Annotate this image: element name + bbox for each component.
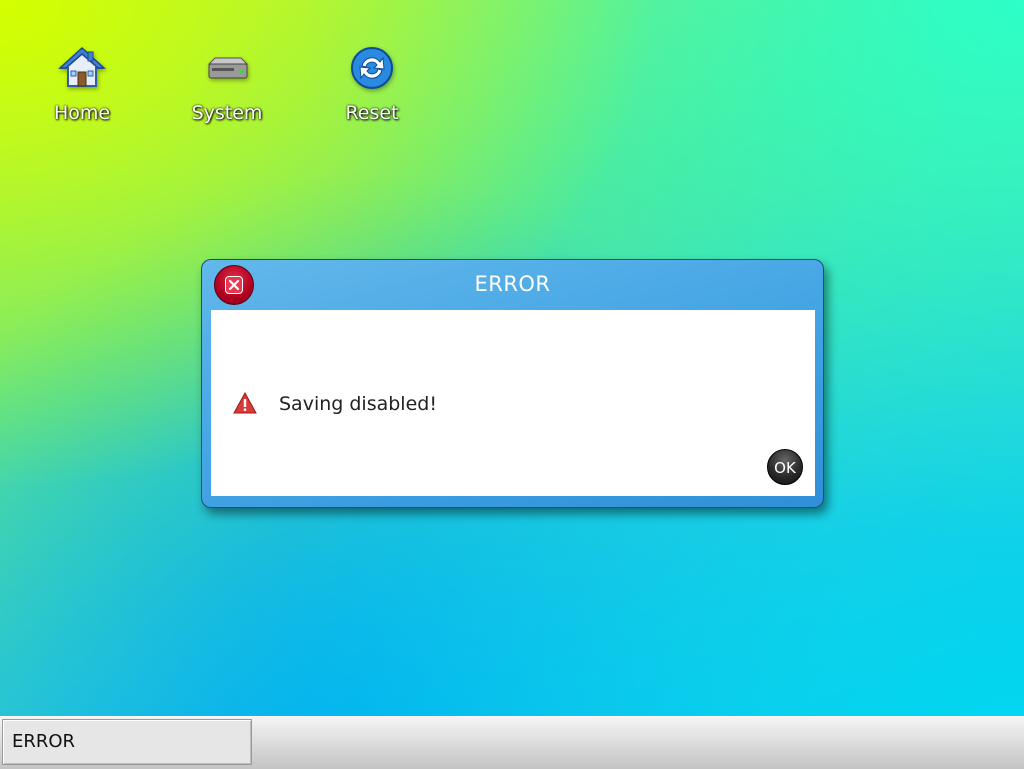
ok-button[interactable]: OK [767,449,803,485]
desktop-icon-system[interactable]: System [179,44,275,124]
refresh-icon [351,47,393,89]
dialog-body: Saving disabled! OK [211,310,815,496]
home-icon [58,46,106,87]
dialog-message: Saving disabled! [279,393,437,415]
desktop: Home System Reset ERROR Saving disabled!… [0,0,1024,769]
desktop-icon-label: Reset [345,102,399,124]
desktop-icon-reset[interactable]: Reset [324,44,420,124]
warning-icon [233,392,257,414]
desktop-icon-home[interactable]: Home [34,44,130,124]
desktop-icon-label: System [191,102,263,124]
drive-icon [207,57,249,79]
taskbar: ERROR [0,716,1024,769]
error-dialog: ERROR Saving disabled! OK [201,259,824,508]
taskbar-item-error[interactable]: ERROR [2,719,252,765]
dialog-title: ERROR [474,272,551,296]
desktop-icon-label: Home [53,102,111,124]
